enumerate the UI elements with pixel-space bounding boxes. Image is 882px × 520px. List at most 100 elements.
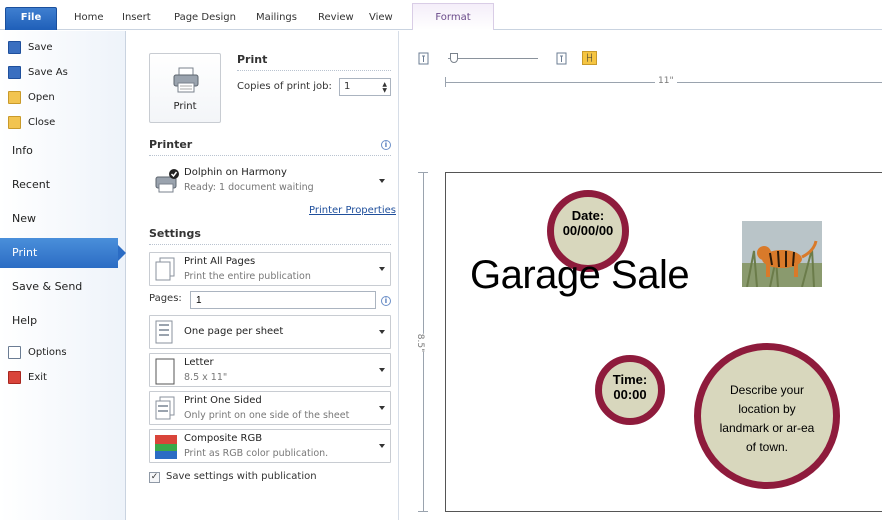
date-label: Date: xyxy=(571,208,605,223)
printer-dropdown[interactable]: Dolphin on Harmony Ready: 1 document wai… xyxy=(149,163,391,199)
pages-icon xyxy=(155,257,175,281)
date-value: 00/00/00 xyxy=(562,223,614,238)
print-range-subtitle: Print the entire publication xyxy=(184,271,311,282)
tab-file[interactable]: File xyxy=(5,7,57,30)
nav-item-label: Save As xyxy=(28,66,68,78)
color-mode-dropdown[interactable]: Composite RGB Print as RGB color publica… xyxy=(149,429,391,463)
tab-format[interactable]: Format xyxy=(412,3,494,30)
chevron-down-icon xyxy=(379,330,385,334)
copies-value: 1 xyxy=(344,81,351,92)
options-icon xyxy=(8,345,21,359)
printer-icon xyxy=(173,67,199,93)
ruler-bottom-tick xyxy=(418,511,428,512)
nav-item-label: Options xyxy=(28,346,67,358)
rgb-color-icon xyxy=(155,435,177,459)
print-section-title: Print xyxy=(237,53,268,66)
nav-item-save[interactable]: Save xyxy=(8,36,53,58)
printer-status: Ready: 1 document waiting xyxy=(184,182,314,193)
nav-item-help[interactable]: Help xyxy=(0,306,126,336)
pages-per-sheet-dropdown[interactable]: One page per sheet xyxy=(149,315,391,349)
one-sided-icon xyxy=(155,396,175,420)
tab-home[interactable]: Home xyxy=(66,8,112,30)
time-circle: Time: 00:00 xyxy=(595,355,665,425)
nav-item-options[interactable]: Options xyxy=(8,341,67,363)
color-mode-subtitle: Print as RGB color publication. xyxy=(184,448,329,459)
nav-item-label: Save xyxy=(28,41,53,53)
divider xyxy=(237,70,391,71)
nav-item-recent[interactable]: Recent xyxy=(0,170,126,200)
zoom-slider-thumb[interactable] xyxy=(450,53,458,63)
nav-item-close[interactable]: Close xyxy=(8,111,55,133)
print-settings-panel: Print Print Copies of print job: 1 ▲ ▼ P… xyxy=(127,31,399,520)
save-settings-checkbox[interactable]: ✓ xyxy=(149,472,160,483)
time-value: 00:00 xyxy=(613,387,647,402)
pages-input[interactable] xyxy=(190,291,376,309)
tiger-picture xyxy=(742,221,822,287)
divider xyxy=(149,155,391,156)
headline: Garage Sale xyxy=(470,253,690,297)
fit-page-width-icon[interactable]: ├┤ xyxy=(582,51,597,65)
print-range-dropdown[interactable]: Print All Pages Print the entire publica… xyxy=(149,252,391,286)
color-mode-title: Composite RGB xyxy=(184,433,263,444)
sides-title: Print One Sided xyxy=(184,395,262,406)
print-button-label: Print xyxy=(173,101,197,112)
tab-review[interactable]: Review xyxy=(310,8,362,30)
copies-label: Copies of print job: xyxy=(237,81,332,92)
tab-insert[interactable]: Insert xyxy=(114,8,159,30)
printer-ready-icon xyxy=(155,169,179,193)
zoom-slider[interactable] xyxy=(448,58,538,59)
paper-size-title: Letter xyxy=(184,357,214,368)
location-text: Describe your location by landmark or ar… xyxy=(719,383,815,454)
print-button[interactable]: Print xyxy=(149,53,221,123)
sides-dropdown[interactable]: Print One Sided Only print on one side o… xyxy=(149,391,391,425)
chevron-down-icon xyxy=(379,368,385,372)
ruler-top-tick xyxy=(418,172,428,173)
pages-label: Pages: xyxy=(149,293,182,304)
save-settings-label: Save settings with publication xyxy=(166,471,317,482)
paper-size-subtitle: 8.5 x 11" xyxy=(184,372,228,383)
save-as-icon xyxy=(8,65,21,79)
print-range-title: Print All Pages xyxy=(184,256,256,267)
horizontal-ruler-label: 11" xyxy=(655,76,677,86)
tab-view[interactable]: View xyxy=(361,8,401,30)
nav-item-exit[interactable]: Exit xyxy=(8,366,47,388)
nav-item-new[interactable]: New xyxy=(0,204,126,234)
pages-per-sheet-title: One page per sheet xyxy=(184,326,284,337)
nav-item-info[interactable]: Info xyxy=(0,136,126,166)
chevron-down-icon xyxy=(379,444,385,448)
nav-item-print[interactable]: Print xyxy=(0,238,126,268)
ribbon-tab-bar: File Home Insert Page Design Mailings Re… xyxy=(0,0,882,30)
sides-subtitle: Only print on one side of the sheet xyxy=(184,410,350,421)
copies-spinner[interactable]: 1 ▲ ▼ xyxy=(339,78,391,96)
tab-page-design[interactable]: Page Design xyxy=(166,8,244,30)
info-icon[interactable]: i xyxy=(381,140,391,150)
folder-open-icon xyxy=(8,90,21,104)
nav-item-save-as[interactable]: Save As xyxy=(8,61,68,83)
vertical-ruler-label: 8.5" xyxy=(412,333,429,353)
floppy-disk-icon xyxy=(8,40,21,54)
paper-size-dropdown[interactable]: Letter 8.5 x 11" xyxy=(149,353,391,387)
single-page-view-icon[interactable] xyxy=(418,52,430,65)
multiple-page-view-icon[interactable] xyxy=(556,52,568,65)
nav-item-label: Open xyxy=(28,91,55,103)
printer-name: Dolphin on Harmony xyxy=(184,167,287,178)
nav-item-open[interactable]: Open xyxy=(8,86,55,108)
spin-down-icon[interactable]: ▼ xyxy=(382,88,387,94)
printer-properties-link[interactable]: Printer Properties xyxy=(309,205,396,216)
settings-section-title: Settings xyxy=(149,227,201,240)
info-icon[interactable]: i xyxy=(381,296,391,306)
ruler-left-tick xyxy=(445,77,446,87)
nav-item-label: Close xyxy=(28,116,56,128)
exit-icon xyxy=(8,370,21,384)
location-circle: Describe your location by landmark or ar… xyxy=(694,343,840,489)
chevron-down-icon xyxy=(379,267,385,271)
printer-section-title: Printer xyxy=(149,138,193,151)
nav-item-save-send[interactable]: Save & Send xyxy=(0,272,126,302)
page-layout-icon xyxy=(155,320,173,344)
folder-close-icon xyxy=(8,115,21,129)
backstage-nav: Save Save As Open Close Info Recent New … xyxy=(0,31,126,520)
chevron-down-icon xyxy=(379,179,385,183)
tab-mailings[interactable]: Mailings xyxy=(248,8,305,30)
divider xyxy=(149,244,391,245)
nav-item-label: Exit xyxy=(28,371,47,383)
